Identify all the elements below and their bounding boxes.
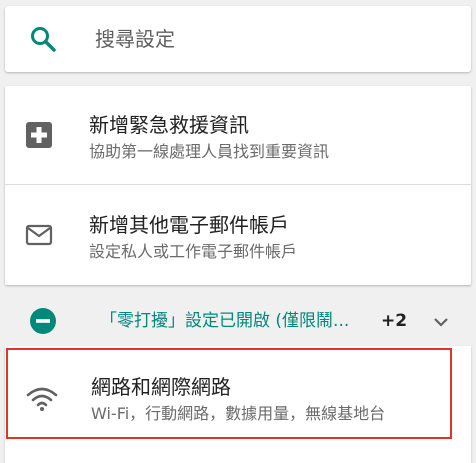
- suggestion-card: 新增緊急救援資訊 協助第一線處理人員找到重要資訊 新增其他電子郵件帳戶 設定私人…: [5, 86, 471, 285]
- suggestion-emergency-info[interactable]: 新增緊急救援資訊 協助第一線處理人員找到重要資訊: [5, 86, 471, 185]
- medical-plus-icon: [26, 122, 52, 148]
- chevron-down-icon[interactable]: [431, 312, 451, 332]
- condition-text: 「零打擾」設定已開啟 (僅限鬧...: [100, 311, 350, 331]
- do-not-disturb-icon: [30, 308, 56, 334]
- condition-count: +2: [381, 311, 408, 331]
- search-placeholder: 搜尋設定: [95, 27, 175, 51]
- network-title: 網路和網際網路: [91, 375, 231, 399]
- divider: [5, 184, 471, 185]
- suggestion-subtitle: 設定私人或工作電子郵件帳戶: [89, 242, 298, 261]
- suggestion-title: 新增其他電子郵件帳戶: [89, 213, 289, 237]
- suggestion-title: 新增緊急救援資訊: [89, 113, 249, 137]
- email-icon: [25, 224, 53, 246]
- suggestion-subtitle: 協助第一線處理人員找到重要資訊: [89, 142, 330, 161]
- settings-network-internet[interactable]: 網路和網際網路 Wi-Fi，行動網路，數據用量，無線基地台: [5, 346, 471, 463]
- search-icon: [31, 27, 56, 52]
- wifi-icon: [26, 387, 58, 411]
- search-bar[interactable]: 搜尋設定: [5, 6, 471, 72]
- condition-dnd-row[interactable]: 「零打擾」設定已開啟 (僅限鬧... +2: [5, 296, 471, 346]
- network-subtitle: Wi-Fi，行動網路，數據用量，無線基地台: [91, 404, 386, 423]
- suggestion-add-email[interactable]: 新增其他電子郵件帳戶 設定私人或工作電子郵件帳戶: [5, 186, 471, 284]
